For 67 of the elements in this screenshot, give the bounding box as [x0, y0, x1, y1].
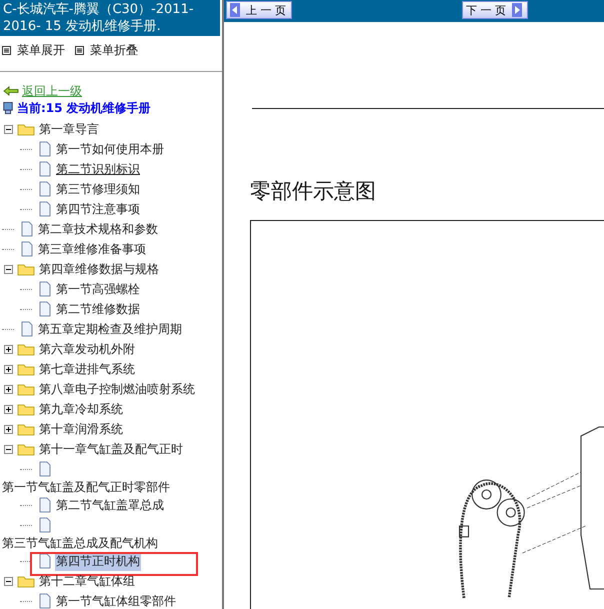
tree-item[interactable]: 第二章技术规格和参数: [37, 220, 159, 238]
tree-item[interactable]: 第一节气缸体组零部件: [55, 592, 177, 609]
folder-icon: [17, 122, 35, 136]
page-icon: [38, 301, 52, 317]
current-location: 当前:15 发动机维修手册: [17, 100, 151, 116]
tree-item[interactable]: 第一节高强螺栓: [55, 280, 141, 298]
folder-icon: [17, 342, 35, 356]
tree-item[interactable]: 第一节气缸盖及配气正时零部件: [1, 478, 171, 496]
expand-toggle[interactable]: [4, 404, 13, 414]
expand-toggle[interactable]: [4, 444, 13, 454]
folder-icon: [17, 382, 35, 396]
page-icon: [20, 241, 34, 257]
tree-item[interactable]: 第一节如何使用本册: [55, 140, 165, 158]
tree-item[interactable]: 第五章定期检查及维护周期: [37, 320, 183, 338]
page-icon: [20, 221, 34, 237]
tree-item[interactable]: 第四节注意事项: [55, 200, 141, 218]
tree-item[interactable]: 第二节维修数据: [55, 300, 141, 318]
right-arrow-icon: [512, 3, 522, 17]
section-heading: 零部件示意图: [250, 178, 377, 205]
expand-toggle[interactable]: [4, 384, 13, 394]
page-icon: [38, 181, 52, 197]
back-arrow-icon: [3, 86, 19, 96]
folder-icon: [17, 574, 35, 588]
back-link[interactable]: 返回上一级: [22, 82, 82, 100]
folder-icon: [17, 262, 35, 276]
tree-item[interactable]: 第十二章气缸体组: [38, 572, 136, 590]
page-icon: [38, 141, 52, 157]
tree-item[interactable]: 第二节气缸盖罩总成: [55, 496, 165, 514]
folder-icon: [17, 362, 35, 376]
page-icon: [38, 593, 52, 609]
expand-toggle[interactable]: [4, 364, 13, 374]
page-icon: [20, 321, 34, 337]
page-icon: [38, 461, 52, 477]
expand-toggle[interactable]: [4, 424, 13, 434]
menu-action-link[interactable]: 菜单折叠: [75, 42, 138, 58]
expand-toggle[interactable]: [4, 576, 13, 586]
tree-item[interactable]: 第三章维修准备事项: [37, 240, 147, 258]
expand-toggle[interactable]: [4, 124, 13, 134]
left-arrow-icon: [230, 3, 240, 17]
tree-item[interactable]: 第八章电子控制燃油喷射系统: [38, 380, 196, 398]
expand-toggle[interactable]: [4, 344, 13, 354]
previous-page-button[interactable]: 上 一 页: [226, 1, 292, 19]
folder-icon: [17, 402, 35, 416]
page-icon: [38, 281, 52, 297]
tree-item[interactable]: 第四章维修数据与规格: [38, 260, 160, 278]
computer-icon: [2, 100, 14, 116]
tree-item[interactable]: 第六章发动机外附: [38, 340, 136, 358]
tree-item[interactable]: 第十章润滑系统: [38, 420, 124, 438]
tree-item[interactable]: 第二节识别标识: [55, 160, 141, 178]
next-page-button[interactable]: 下 一 页: [462, 1, 528, 19]
tree-item[interactable]: 第七章进排气系统: [38, 360, 136, 378]
tree-item[interactable]: 第三节修理须知: [55, 180, 141, 198]
page-icon: [38, 161, 52, 177]
tree-item[interactable]: 第九章冷却系统: [38, 400, 124, 418]
page-icon: [38, 517, 52, 533]
menu-action-link[interactable]: 菜单展开: [2, 42, 65, 58]
folder-icon: [17, 422, 35, 436]
tree-item[interactable]: 第三节气缸盖总成及配气机构: [1, 534, 159, 552]
page-icon: [38, 497, 52, 513]
sidebar-title: C-长城汽车-腾翼（C30）-2011-2016- 15 发动机维修手册.: [0, 0, 220, 36]
tree-item[interactable]: 第十一章气缸盖及配气正时: [38, 440, 184, 458]
expand-toggle[interactable]: [4, 264, 13, 274]
page-icon: [38, 201, 52, 217]
page-icon: [38, 553, 52, 569]
folder-icon: [17, 442, 35, 456]
list-icon: [75, 46, 84, 54]
tree-item[interactable]: 第一章导言: [38, 120, 100, 138]
